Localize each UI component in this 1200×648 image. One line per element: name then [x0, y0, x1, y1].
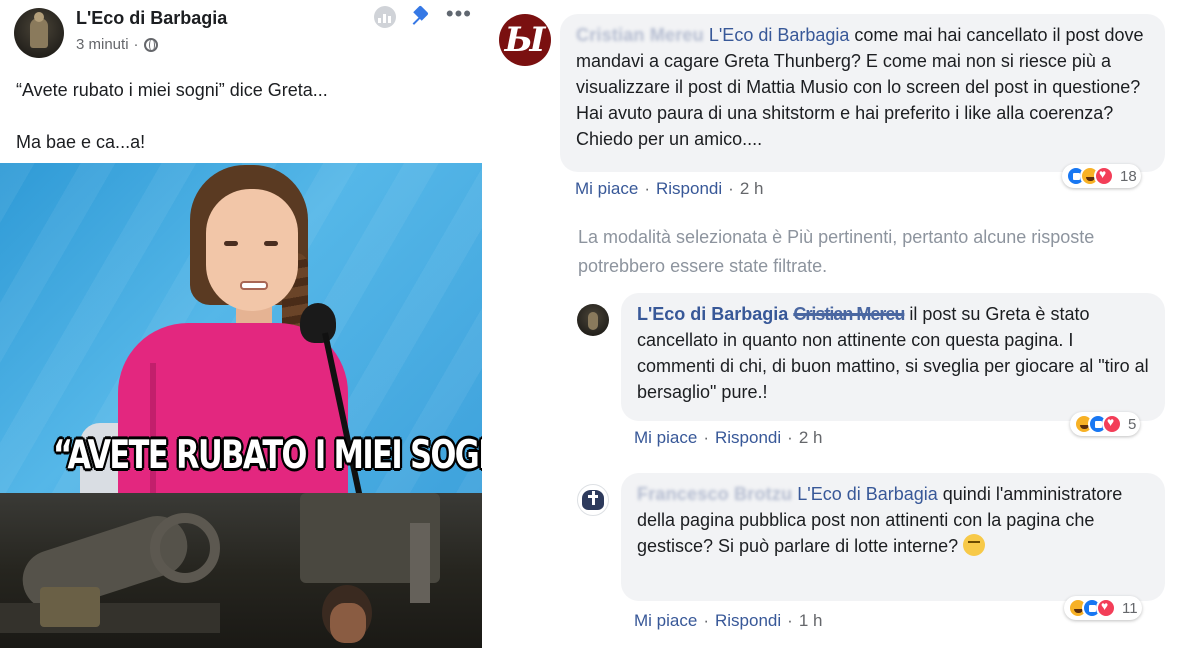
reactions-summary[interactable]: 18: [1062, 164, 1141, 188]
comment-mention[interactable]: L'Eco di Barbagia: [797, 484, 938, 504]
comment-bubble: Francesco Brotzu L'Eco di Barbagia quind…: [621, 473, 1165, 601]
reply-button[interactable]: Rispondi: [656, 179, 722, 199]
reaction-count: 5: [1128, 415, 1137, 433]
comment-actions: Mi piace · Rispondi · 1 h: [634, 611, 823, 631]
globe-icon: [143, 37, 158, 52]
comment-mention[interactable]: Cristian Mereu: [793, 304, 905, 324]
page-reply-avatar[interactable]: [577, 304, 609, 336]
page-name-link[interactable]: L'Eco di Barbagia: [76, 8, 227, 29]
reply-button[interactable]: Rispondi: [715, 611, 781, 631]
comment-actions: Mi piace · Rispondi · 2 h: [634, 428, 823, 448]
comment-author[interactable]: Francesco Brotzu: [637, 484, 792, 504]
love-reaction-icon: [1102, 414, 1122, 434]
thinking-emoji-icon: [963, 534, 986, 556]
post-header-actions: •••: [373, 3, 472, 28]
meta-separator: ·: [133, 36, 139, 53]
reactions-summary[interactable]: 5: [1070, 412, 1141, 436]
comment-author[interactable]: Cristian Mereu: [576, 25, 704, 45]
comment-time[interactable]: 2 h: [799, 428, 823, 448]
post-text-line: Ma bae e ca...a!: [16, 132, 146, 152]
comment-author[interactable]: L'Eco di Barbagia: [637, 304, 788, 324]
commenter-avatar[interactable]: Ы: [499, 14, 551, 66]
panel-divider: [484, 0, 486, 648]
post-text-line: “Avete rubato i miei sogni” dice Greta..…: [16, 80, 328, 100]
like-button[interactable]: Mi piace: [575, 179, 638, 199]
like-button[interactable]: Mi piace: [634, 428, 697, 448]
meme-bottom-photo: [0, 493, 482, 648]
reply-button[interactable]: Rispondi: [715, 428, 781, 448]
post-image[interactable]: “AVETE RUBATO I MIEI SOGNI”: [0, 163, 482, 648]
love-reaction-icon: [1094, 166, 1114, 186]
post-text: “Avete rubato i miei sogni” dice Greta..…: [16, 78, 328, 154]
commenter-avatar[interactable]: [577, 484, 609, 516]
comment-mention[interactable]: L'Eco di Barbagia: [709, 25, 850, 45]
filter-notice: La modalità selezionata è Più pertinenti…: [578, 227, 1095, 276]
meme-caption: “AVETE RUBATO I MIEI SOGNI”: [53, 433, 482, 478]
reactions-summary[interactable]: 11: [1064, 596, 1142, 620]
post-meta: 3 minuti ·: [76, 36, 158, 53]
pin-icon[interactable]: [410, 6, 432, 28]
reaction-count: 11: [1122, 599, 1138, 617]
comment-time[interactable]: 1 h: [799, 611, 823, 631]
comment-actions: Mi piace · Rispondi · 2 h: [575, 179, 764, 199]
comment-time[interactable]: 2 h: [740, 179, 764, 199]
love-reaction-icon: [1096, 598, 1116, 618]
microphone: [300, 303, 336, 343]
insights-icon[interactable]: [373, 6, 396, 28]
page-avatar[interactable]: [14, 8, 64, 58]
post-timestamp[interactable]: 3 minuti: [76, 36, 129, 53]
face: [206, 189, 298, 311]
comment-bubble: L'Eco di Barbagia Cristian Mereu il post…: [621, 293, 1165, 421]
reaction-count: 18: [1120, 167, 1137, 185]
facebook-post: L'Eco di Barbagia 3 minuti · ••• “Avete …: [0, 0, 484, 648]
comment-bubble: Cristian Mereu L'Eco di Barbagia come ma…: [560, 14, 1165, 172]
more-options-icon[interactable]: •••: [446, 3, 472, 25]
like-button[interactable]: Mi piace: [634, 611, 697, 631]
